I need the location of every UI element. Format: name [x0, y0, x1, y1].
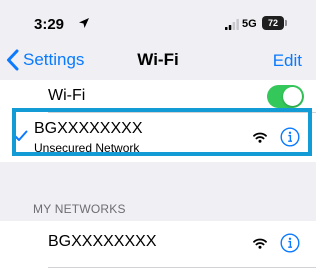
- wifi-group: Wi-Fi BGXXXXXXXX Unsecured Network: [0, 80, 316, 162]
- wifi-settings-screen: 3:29 5G 72 Wi-Fi Settings Edit Wi-Fi BGX…: [0, 0, 316, 275]
- back-button-label: Settings: [23, 50, 85, 69]
- location-arrow-icon: [79, 18, 89, 28]
- toggle-knob: [283, 87, 302, 106]
- status-time: 3:29: [34, 16, 65, 33]
- battery-level: 72: [267, 18, 278, 28]
- info-icon[interactable]: [280, 127, 300, 147]
- my-networks-group: BGXXXXXXXX: [0, 221, 316, 275]
- wifi-toggle[interactable]: [267, 85, 304, 108]
- section-header-my-networks: MY NETWORKS: [33, 202, 126, 216]
- wifi-toggle-row: Wi-Fi: [0, 80, 316, 112]
- saved-network-name: BGXXXXXXXX: [48, 233, 157, 250]
- back-button[interactable]: Settings: [6, 48, 84, 72]
- network-type-label: 5G: [242, 18, 257, 30]
- info-icon[interactable]: [280, 233, 300, 253]
- current-network-name: BGXXXXXXXX: [34, 120, 143, 137]
- status-bar: 3:29 5G 72: [0, 0, 316, 40]
- navigation-bar: Wi-Fi Settings Edit: [0, 40, 316, 80]
- current-network-status: Unsecured Network: [34, 141, 140, 155]
- wifi-signal-icon: [253, 238, 267, 249]
- current-network-row[interactable]: BGXXXXXXXX Unsecured Network: [0, 112, 316, 162]
- battery-icon: 72: [262, 16, 284, 30]
- row-separator: [48, 267, 316, 268]
- checkmark-icon: [14, 130, 28, 141]
- saved-network-row[interactable]: BGXXXXXXXX: [0, 221, 316, 267]
- edit-button[interactable]: Edit: [273, 51, 302, 71]
- battery-tip: [285, 20, 287, 26]
- wifi-signal-icon: [253, 132, 267, 143]
- chevron-left-icon: [7, 49, 19, 71]
- cellular-signal-icon: [225, 19, 239, 30]
- wifi-toggle-label: Wi-Fi: [48, 87, 86, 104]
